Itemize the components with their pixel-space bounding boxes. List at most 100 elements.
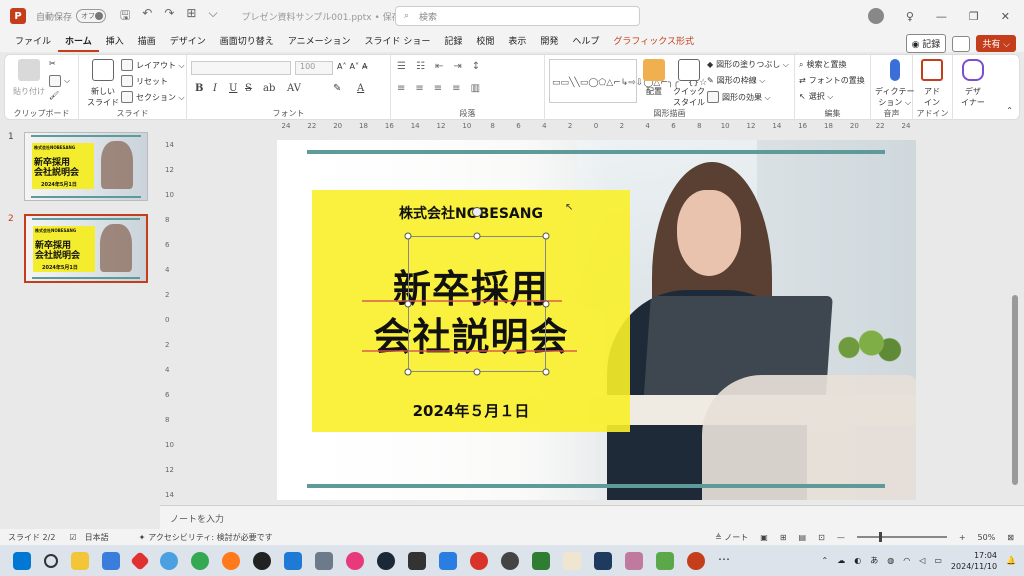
chrome-icon[interactable] (191, 551, 209, 570)
firefox-icon[interactable] (222, 551, 240, 570)
resize-handle[interactable] (473, 368, 481, 376)
normal-view-icon[interactable]: ▣ (760, 533, 768, 542)
scrollbar-thumb[interactable] (1012, 295, 1018, 485)
app-icon[interactable] (625, 551, 643, 570)
resize-handle[interactable] (404, 232, 412, 240)
event-date[interactable]: 2024年５月１日 (312, 400, 630, 421)
slideshow-icon[interactable]: ⊞ (186, 6, 196, 27)
minimize-icon[interactable]: — (936, 10, 947, 23)
share-button[interactable]: 共有 ⌵ (976, 35, 1016, 52)
app-icon[interactable] (160, 551, 178, 570)
font-color-icon[interactable]: A (357, 83, 364, 94)
paste-button[interactable]: 貼り付け (13, 59, 45, 97)
highlight-icon[interactable]: ✎ (333, 83, 341, 94)
shape-effects-button[interactable]: 図形の効果 ⌵ (707, 91, 771, 103)
accessibility-status[interactable]: アクセシビリティ: 検討が必要です (148, 532, 272, 543)
app-icon[interactable] (594, 551, 612, 570)
section-button[interactable]: セクション ⌵ (121, 91, 185, 103)
restore-icon[interactable]: ❐ (969, 10, 979, 23)
undo-icon[interactable]: ↶ (142, 6, 152, 27)
app-icon[interactable] (532, 551, 550, 570)
file-explorer-icon[interactable] (71, 551, 89, 570)
battery-icon[interactable]: ▭ (934, 556, 942, 565)
tab-view[interactable]: 表示 (501, 32, 533, 52)
language[interactable]: 日本語 (85, 532, 109, 543)
copy-button[interactable]: ⌵ (49, 75, 70, 87)
justify-icon[interactable]: ≡ (452, 83, 460, 94)
slide-thumbnail-1[interactable]: 株式会社NOBESANG 新卒採用 会社説明会 2024年5月1日 (24, 132, 148, 201)
zoom-out-icon[interactable]: — (837, 533, 845, 542)
bottom-accent-line[interactable] (307, 484, 885, 488)
tab-developer[interactable]: 開発 (533, 32, 565, 52)
app-icon[interactable] (501, 551, 519, 570)
tab-graphics-format[interactable]: グラフィックス形式 (606, 32, 701, 52)
vertical-scrollbar[interactable] (1011, 140, 1019, 505)
tab-help[interactable]: ヘルプ (565, 32, 606, 52)
italic-button[interactable]: I (213, 83, 217, 94)
select-button[interactable]: ↖ 選択 ⌵ (799, 91, 833, 102)
indent-decrease-icon[interactable]: ⇤ (435, 61, 443, 72)
autosave-toggle[interactable]: オフ (76, 9, 107, 23)
lightbulb-icon[interactable]: ♀ (906, 10, 914, 23)
cloud-icon[interactable]: ☁ (837, 556, 845, 565)
align-center-icon[interactable]: ≡ (415, 83, 423, 94)
slide-thumbnail-2[interactable]: 株式会社NOBESANG 新卒採用 会社説明会 2024年5月1日 (24, 214, 148, 283)
selection-box[interactable] (408, 236, 546, 372)
company-name[interactable]: 株式会社NOBESANG (312, 203, 630, 223)
tab-insert[interactable]: 挿入 (99, 32, 131, 52)
shapes-gallery[interactable]: ▭▭╲╲▭◯⬠△⌐↳⇨⇩◯△⌐╮╭⌒{}☆ (549, 59, 707, 103)
vscode-icon[interactable] (284, 551, 302, 570)
addins-button[interactable]: アド イン (921, 59, 943, 108)
numbering-icon[interactable]: ☷ (416, 61, 425, 72)
slide-sorter-icon[interactable]: ⊞ (780, 533, 787, 542)
video-editor-icon[interactable] (408, 551, 426, 570)
app-tray-icon[interactable]: ◍ (887, 556, 894, 565)
collapse-ribbon-icon[interactable]: ⌃ (1006, 106, 1013, 115)
app-icon[interactable] (656, 551, 674, 570)
format-painter-button[interactable]: 🖌 (49, 91, 59, 100)
tab-review[interactable]: 校閲 (469, 32, 501, 52)
comments-button[interactable] (952, 35, 971, 52)
top-accent-line[interactable] (307, 150, 885, 154)
redo-icon[interactable]: ↷ (164, 6, 174, 27)
app-icon[interactable] (315, 551, 333, 570)
notification-icon[interactable]: 🔔 (1006, 556, 1016, 565)
start-icon[interactable] (13, 551, 31, 570)
columns-icon[interactable]: ▥ (471, 83, 480, 94)
reset-button[interactable]: リセット (121, 75, 168, 87)
search-icon[interactable] (44, 553, 58, 568)
indent-increase-icon[interactable]: ⇥ (453, 61, 461, 72)
autosave[interactable]: 自動保存 オフ (36, 9, 107, 23)
clock[interactable]: 17:04 2024/11/10 (951, 550, 997, 572)
fit-slide-icon[interactable]: ⊠ (1007, 533, 1014, 542)
spellcheck-icon[interactable]: ☑ (69, 533, 76, 542)
font-family-select[interactable] (191, 61, 291, 75)
designer-button[interactable]: デザ イナー (961, 59, 985, 108)
tab-record[interactable]: 記録 (437, 32, 469, 52)
store-icon[interactable] (102, 551, 120, 570)
notes-input[interactable]: ノートを入力 (160, 505, 1024, 529)
tab-home[interactable]: ホーム (58, 32, 99, 52)
app-icon[interactable] (439, 551, 457, 570)
wifi-icon[interactable]: ◠ (903, 556, 910, 565)
dictate-button[interactable]: ディクテー ション ⌵ (875, 59, 914, 108)
search-input[interactable]: ⌕ 検索 (395, 6, 640, 26)
align-buttons[interactable]: ≡ ≡ ≡ ≡ ▥ (397, 83, 480, 94)
rotate-handle[interactable] (472, 207, 482, 217)
line-spacing-icon[interactable]: ↕ (472, 61, 480, 72)
notes-toggle[interactable]: ≜ ノート (715, 532, 748, 543)
app-icon[interactable] (563, 551, 581, 570)
cut-button[interactable]: ✂ (49, 59, 56, 68)
strikethrough-button[interactable]: S (245, 83, 252, 94)
font-grow-shrink[interactable]: A˄ A˅ A̶ (337, 62, 367, 71)
resize-handle[interactable] (404, 368, 412, 376)
app-icon[interactable] (253, 551, 271, 570)
quick-style-button[interactable]: クイック スタイル (673, 59, 705, 108)
resize-handle[interactable] (542, 300, 550, 308)
more-apps-icon[interactable]: ⋯ (718, 552, 736, 570)
zoom-in-icon[interactable]: + (959, 533, 966, 542)
shape-fill-button[interactable]: ◆ 図形の塗りつぶし ⌵ (707, 59, 789, 70)
tray-overflow-icon[interactable]: ⌃ (822, 556, 829, 565)
account-avatar[interactable] (867, 8, 884, 24)
tab-draw[interactable]: 描画 (131, 32, 163, 52)
